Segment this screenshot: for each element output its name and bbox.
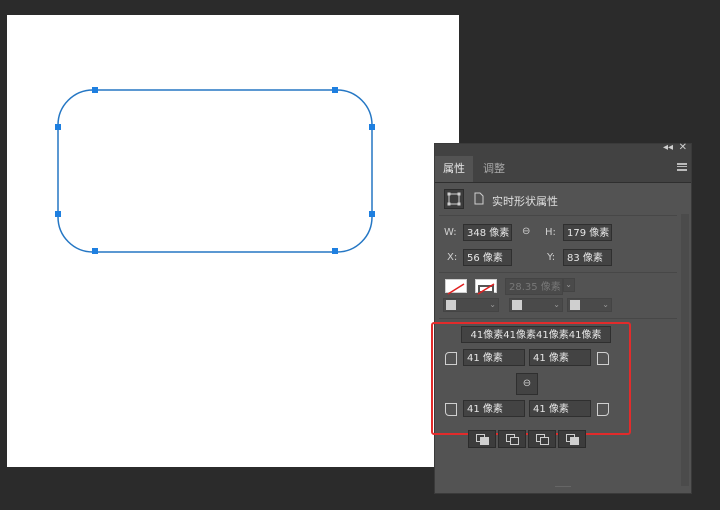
height-label: H: — [545, 227, 556, 238]
divider — [439, 272, 677, 273]
stroke-corners-icon — [570, 300, 580, 310]
shape-b-icon — [540, 437, 549, 445]
shape-b-icon — [510, 437, 519, 445]
divider — [439, 215, 677, 216]
shape-properties-icon — [444, 189, 464, 209]
tab-properties[interactable]: 属性 — [435, 156, 473, 182]
panel-resize-grip[interactable] — [555, 486, 571, 491]
subtract-shape-button[interactable] — [498, 430, 526, 448]
combine-shapes-button[interactable] — [468, 430, 496, 448]
anchor-points[interactable] — [55, 87, 375, 254]
y-label: Y: — [547, 252, 556, 263]
chevron-down-icon: ⌄ — [489, 300, 496, 309]
close-icon[interactable]: ✕ — [679, 142, 687, 153]
chevron-down-icon: ⌄ — [602, 300, 609, 309]
stroke-align-dropdown[interactable]: ⌄ — [443, 298, 499, 312]
intersect-shapes-button[interactable] — [528, 430, 556, 448]
exclude-overlap-button[interactable] — [558, 430, 586, 448]
panel-tabs: 属性 调整 — [435, 156, 691, 183]
annotation-highlight-box — [431, 322, 631, 435]
stroke-corners-dropdown[interactable]: ⌄ — [567, 298, 612, 312]
width-field[interactable]: 348 像素 — [463, 224, 512, 241]
width-label: W: — [444, 227, 457, 238]
link-size-icon[interactable]: ⊖ — [522, 226, 530, 237]
panel-title: 实时形状属性 — [492, 195, 558, 208]
stroke-width-dropdown[interactable]: ⌄ — [563, 278, 575, 292]
divider — [439, 318, 677, 319]
height-field[interactable]: 179 像素 — [563, 224, 612, 241]
rounded-rectangle-shape[interactable] — [7, 15, 459, 467]
x-position-field[interactable]: 56 像素 — [463, 249, 512, 266]
stroke-width-field[interactable]: 28.35 像素 — [505, 278, 563, 295]
shape-b-icon — [570, 437, 579, 445]
stroke-swatch[interactable] — [475, 279, 497, 295]
document-canvas[interactable] — [7, 15, 459, 467]
fill-swatch[interactable] — [445, 279, 467, 295]
stroke-caps-icon — [512, 300, 522, 310]
tab-adjustments[interactable]: 调整 — [475, 156, 513, 182]
panel-menu-icon[interactable] — [677, 163, 687, 171]
collapse-icon[interactable]: ◂◂ — [663, 142, 673, 153]
shape-b-icon — [480, 437, 489, 445]
chevron-down-icon: ⌄ — [565, 280, 572, 289]
panel-titlebar: ◂◂ ✕ — [435, 142, 691, 156]
stroke-caps-dropdown[interactable]: ⌄ — [509, 298, 563, 312]
panel-scrollbar[interactable] — [681, 214, 689, 486]
y-position-field[interactable]: 83 像素 — [563, 249, 612, 266]
stroke-align-icon — [446, 300, 456, 310]
x-label: X: — [447, 252, 458, 263]
document-icon — [474, 192, 484, 205]
chevron-down-icon: ⌄ — [553, 300, 560, 309]
